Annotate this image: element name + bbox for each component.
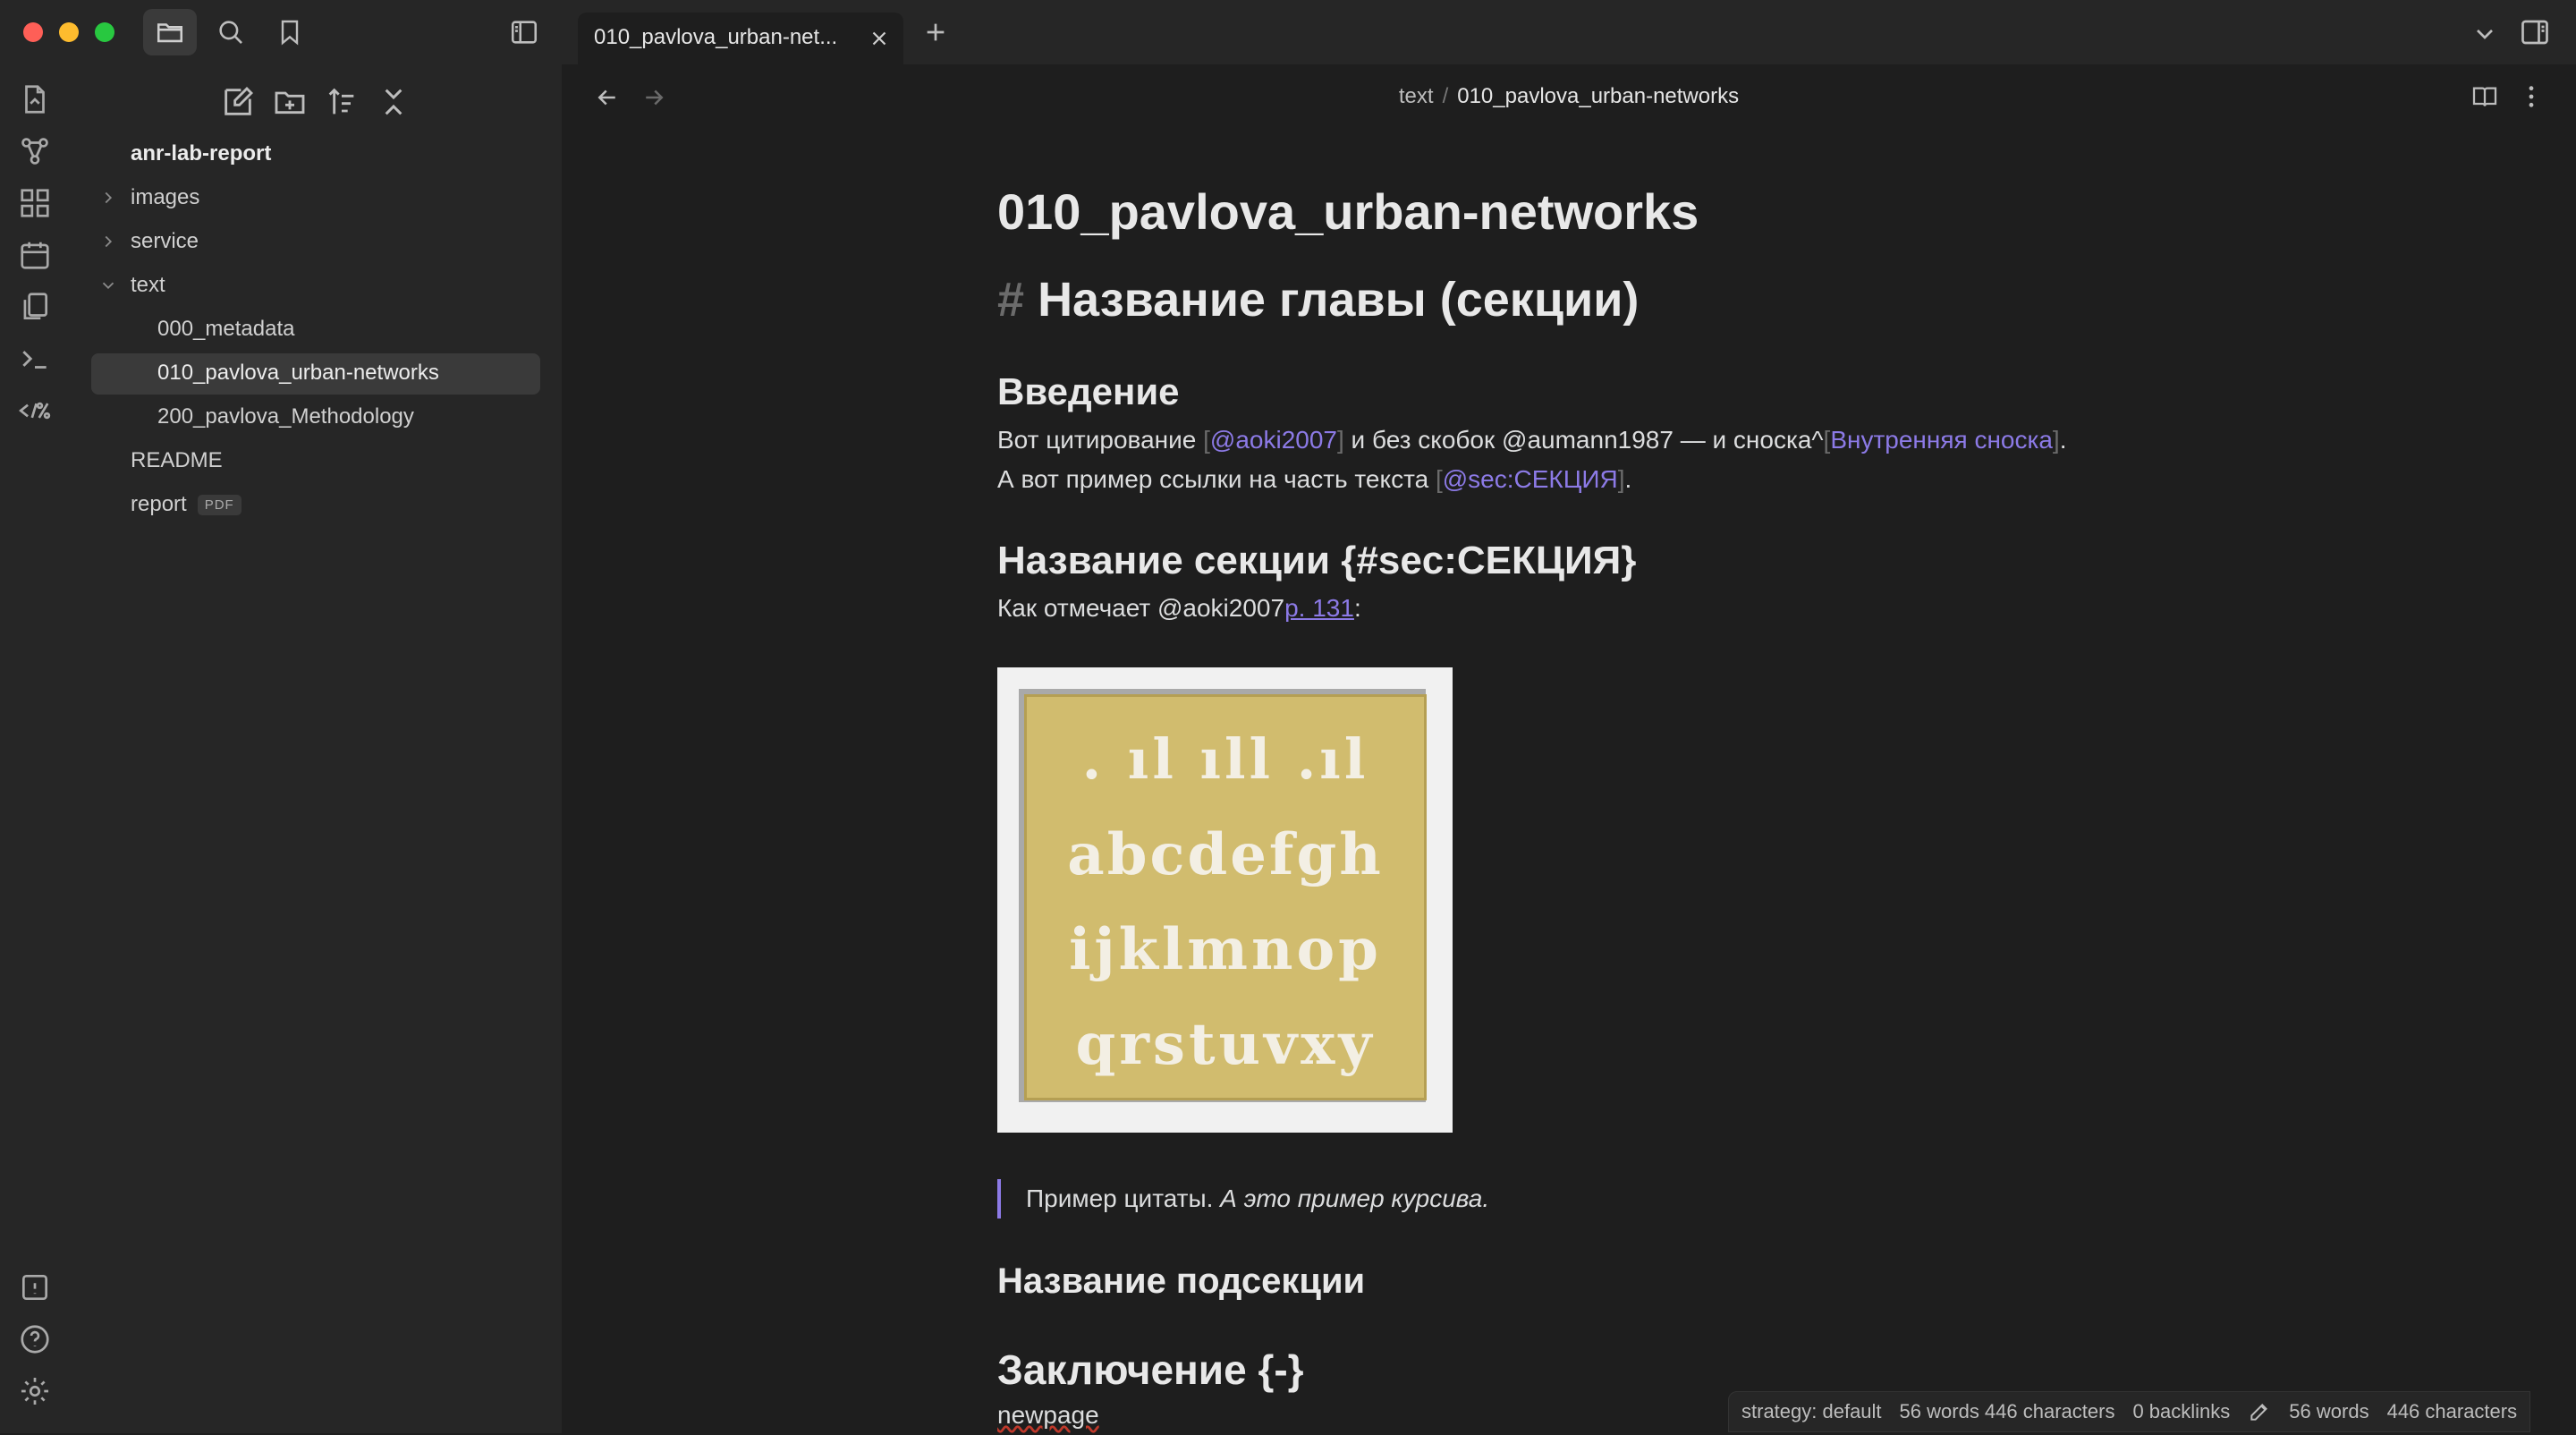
breadcrumb-folder[interactable]: text — [1399, 84, 1434, 108]
breadcrumb: text / 010_pavlova_urban-networks — [562, 84, 2576, 109]
title-bar — [0, 0, 2576, 64]
heading-conclusion: Заключение {-} — [997, 1346, 1304, 1393]
image-text-row: ijklmnop — [1069, 916, 1382, 983]
chevron-down-icon[interactable] — [2470, 20, 2499, 48]
text-span: Пример цитаты. — [1026, 1185, 1221, 1212]
image-text-row: . ıl ıll .ıl — [1081, 726, 1369, 792]
open-quick-switcher-icon[interactable] — [18, 82, 52, 116]
new-note-icon[interactable] — [220, 84, 256, 120]
text-span: Как отмечает @aoki2007 — [997, 594, 1285, 622]
folder-icon — [155, 17, 185, 47]
text-span: и без скобок @aumann1987 — и сноска^ — [1343, 426, 1824, 454]
file-type-badge: PDF — [197, 494, 242, 515]
chevron-down-icon[interactable] — [98, 276, 118, 295]
collapse-all-icon[interactable] — [376, 84, 411, 120]
citation-link[interactable]: @aoki2007 — [1210, 426, 1337, 454]
reading-view-icon[interactable] — [2470, 82, 2499, 111]
search-button[interactable] — [204, 9, 258, 55]
edit-pencil-icon[interactable] — [2248, 1400, 2271, 1423]
tab-label: 010_pavlova_urban-net... — [594, 25, 838, 49]
bookmarks-button[interactable] — [263, 9, 317, 55]
status-backlinks[interactable]: 0 backlinks — [2132, 1400, 2230, 1423]
editor-pane: text / 010_pavlova_urban-networks 010_pavl… — [562, 64, 2576, 1433]
status-characters: 446 characters — [2386, 1400, 2518, 1422]
folder-service[interactable]: service — [131, 229, 199, 254]
text-span: Вот цитирование — [997, 426, 1204, 454]
file-item[interactable]: 000_metadata — [157, 317, 294, 342]
file-report[interactable]: report PDF — [131, 492, 242, 517]
calendar-icon[interactable] — [18, 238, 52, 272]
section-ref-link[interactable]: @sec:СЕКЦИЯ — [1443, 465, 1618, 493]
new-folder-icon[interactable] — [272, 84, 308, 120]
close-window-button[interactable] — [23, 22, 43, 42]
page-link[interactable]: p. 131 — [1284, 594, 1354, 622]
blockquote: Пример цитаты. А это пример курсива. — [1026, 1179, 1489, 1218]
chevron-right-icon[interactable] — [98, 232, 118, 251]
breadcrumb-file[interactable]: 010_pavlova_urban-networks — [1457, 84, 1739, 108]
folder-text[interactable]: text — [131, 273, 165, 298]
heading-section: Название секции {#sec:СЕКЦИЯ} — [997, 539, 1637, 582]
heading-intro: Введение — [997, 370, 1180, 412]
image-plate: . ıl ıll .ıl abcdefgh ijklmnop qrstuvxy — [1024, 694, 1427, 1100]
status-word-count: 56 words 446 characters — [1899, 1400, 2115, 1422]
breadcrumb-separator: / — [1442, 84, 1449, 108]
templater-icon[interactable] — [18, 394, 52, 428]
tab-current-note[interactable]: 010_pavlova_urban-net... — [578, 13, 903, 64]
graph-view-icon[interactable] — [18, 134, 52, 168]
search-icon — [216, 17, 246, 47]
close-tab-icon[interactable] — [868, 27, 891, 50]
image-text-row: qrstuvxy — [1075, 1011, 1376, 1078]
minimize-window-button[interactable] — [59, 22, 79, 42]
file-item[interactable]: 200_pavlova_Methodology — [157, 404, 414, 429]
help-icon[interactable] — [18, 1322, 52, 1356]
more-options-icon[interactable] — [2517, 82, 2546, 111]
sidebar-icon — [509, 17, 539, 47]
settings-gear-icon[interactable] — [18, 1374, 52, 1408]
heading-marker: # — [997, 273, 1025, 327]
file-readme[interactable]: README — [131, 448, 223, 473]
file-explorer-toggle[interactable] — [143, 9, 197, 55]
text-span: : — [1353, 594, 1361, 622]
vault-name[interactable]: anr-lab-report — [131, 141, 271, 166]
left-sidebar-toggle[interactable] — [497, 9, 551, 55]
file-explorer: anr-lab-report images service text 000_m… — [70, 64, 564, 1433]
bookmark-icon — [275, 18, 304, 47]
sort-icon[interactable] — [324, 84, 360, 120]
paragraph-quote-intro: Как отмечает @aoki2007p. 131: — [997, 589, 1361, 628]
folder-images[interactable]: images — [131, 185, 199, 210]
heading-subsection: Название подсекции — [997, 1261, 1366, 1301]
text-span: . — [1624, 465, 1632, 493]
terminal-icon[interactable] — [18, 342, 52, 376]
right-sidebar-toggle-icon[interactable] — [2519, 16, 2551, 48]
embedded-image[interactable]: . ıl ıll .ıl abcdefgh ijklmnop qrstuvxy — [997, 667, 1453, 1133]
footnote-link[interactable]: Внутренняя сноска — [1830, 426, 2053, 454]
help-vault-icon[interactable] — [18, 1270, 52, 1304]
canvas-icon[interactable] — [18, 186, 52, 220]
file-item-active[interactable]: 010_pavlova_urban-networks — [157, 361, 439, 386]
status-strategy[interactable]: strategy: default — [1741, 1400, 1882, 1423]
image-text-row: abcdefgh — [1067, 821, 1384, 888]
blockquote-bar — [997, 1179, 1001, 1218]
italic-text: А это пример курсива. — [1220, 1185, 1490, 1212]
new-tab-icon[interactable] — [921, 18, 950, 47]
chevron-right-icon[interactable] — [98, 188, 118, 208]
paragraph-citations: Вот цитирование [@aoki2007] и без скобок… — [997, 426, 2067, 493]
templates-icon[interactable] — [18, 290, 52, 324]
note-title[interactable]: 010_pavlova_urban-networks — [997, 183, 1699, 241]
maximize-window-button[interactable] — [95, 22, 114, 42]
status-bar: strategy: default 56 words 446 character… — [1728, 1391, 2531, 1432]
status-words: 56 words — [2289, 1400, 2369, 1422]
file-report-label: report — [131, 492, 187, 516]
heading-1-text: Название главы (секции) — [1038, 273, 1640, 327]
heading-1: # Название главы (секции) — [997, 272, 1639, 327]
newpage-text: newpage — [997, 1401, 1099, 1429]
